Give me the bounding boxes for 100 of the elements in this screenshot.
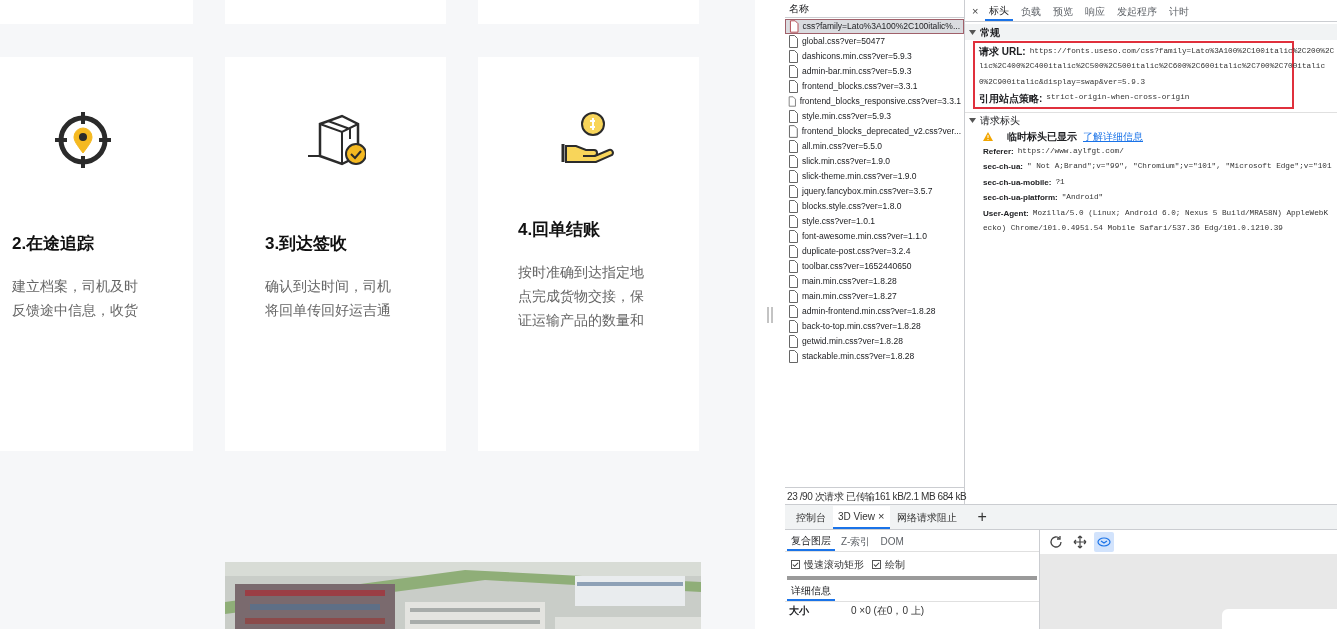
checkbox[interactable] <box>791 559 800 569</box>
request-name: style.min.css?ver=5.9.3 <box>802 110 892 123</box>
document-icon <box>788 245 799 258</box>
panel-tab[interactable]: 预览 <box>1049 1 1078 21</box>
request-row[interactable]: global.css?ver=50477 <box>785 34 964 49</box>
request-name: stackable.min.css?ver=1.8.28 <box>802 350 915 363</box>
request-row[interactable]: back-to-top.min.css?ver=1.8.28 <box>785 319 964 334</box>
request-name: back-to-top.min.css?ver=1.8.28 <box>802 320 921 333</box>
detail-name: 大小 <box>789 603 810 618</box>
expand-caret-icon[interactable] <box>969 28 976 36</box>
panel-tab[interactable]: 标头 <box>985 1 1014 21</box>
close-tab-button[interactable]: × <box>878 510 885 522</box>
request-name: css?family=Lato%3A100%2C100italic%... <box>802 20 960 33</box>
warning-icon <box>983 131 993 141</box>
drawer-tab[interactable]: 3D View × <box>833 505 890 529</box>
request-row[interactable]: all.min.css?ver=5.5.0 <box>785 139 964 154</box>
orbit-icon <box>1097 535 1111 549</box>
request-row[interactable]: toolbar.css?ver=1652440650 <box>785 259 964 274</box>
layer-tab[interactable]: Z-索引 <box>837 531 875 551</box>
step-description: 建立档案，司机及时反馈途中信息，收货 <box>12 277 138 320</box>
header-name: sec-ch-ua-mobile: <box>983 176 1052 189</box>
request-name: slick-theme.min.css?ver=1.9.0 <box>802 170 917 183</box>
request-name: main.min.css?ver=1.8.28 <box>802 275 897 288</box>
checkbox[interactable] <box>872 559 881 569</box>
request-name: slick.min.css?ver=1.9.0 <box>802 155 891 168</box>
request-row[interactable]: jquery.fancybox.min.css?ver=3.5.7 <box>785 184 964 199</box>
request-row[interactable]: css?family=Lato%3A100%2C100italic%... <box>785 19 964 34</box>
document-icon <box>788 125 799 138</box>
request-name: admin-bar.min.css?ver=5.9.3 <box>802 65 912 78</box>
panel-tab[interactable]: 负载 <box>1017 1 1046 21</box>
document-icon <box>788 320 799 333</box>
document-icon <box>788 230 799 243</box>
request-row[interactable]: blocks.style.css?ver=1.8.0 <box>785 199 964 214</box>
document-icon <box>788 305 799 318</box>
request-row[interactable]: getwid.min.css?ver=1.8.28 <box>785 334 964 349</box>
details-tab[interactable]: 详细信息 <box>787 581 835 601</box>
request-name: duplicate-post.css?ver=3.2.4 <box>802 245 911 258</box>
splitter-handle-icon[interactable] <box>767 306 773 323</box>
step-title: 3.到达签收 <box>265 233 349 255</box>
request-name: frontend_blocks.css?ver=3.3.1 <box>802 80 918 93</box>
request-name: style.css?ver=1.0.1 <box>802 215 875 228</box>
document-icon <box>788 140 799 153</box>
document-icon <box>788 200 799 213</box>
request-name: jquery.fancybox.min.css?ver=3.5.7 <box>802 185 933 198</box>
request-name: all.min.css?ver=5.5.0 <box>802 140 883 153</box>
request-row[interactable]: style.css?ver=1.0.1 <box>785 214 964 229</box>
panel-tab[interactable]: 发起程序 <box>1113 1 1162 21</box>
request-row[interactable]: main.min.css?ver=1.8.27 <box>785 289 964 304</box>
request-row[interactable]: frontend_blocks_responsive.css?ver=3.3.1 <box>785 94 964 109</box>
header-name: User-Agent: <box>983 207 1029 220</box>
step-title: 4.回单结账 <box>518 219 602 241</box>
document-icon <box>788 170 799 183</box>
request-name: toolbar.css?ver=1652440650 <box>802 260 912 273</box>
request-row[interactable]: slick.min.css?ver=1.9.0 <box>785 154 964 169</box>
request-row[interactable]: dashicons.min.css?ver=5.9.3 <box>785 49 964 64</box>
request-row[interactable]: font-awesome.min.css?ver=1.1.0 <box>785 229 964 244</box>
request-row[interactable]: frontend_blocks_deprecated_v2.css?ver... <box>785 124 964 139</box>
document-icon <box>788 110 799 123</box>
document-icon <box>788 215 799 228</box>
learn-more-link[interactable]: 了解详细信息 <box>1083 128 1143 144</box>
tab-label: 控制台 <box>796 510 826 525</box>
move-arrows-icon <box>1073 535 1087 549</box>
drawer-tab[interactable]: 控制台 <box>791 505 831 529</box>
layer-tab[interactable]: 复合图层 <box>787 531 835 551</box>
request-name: frontend_blocks_responsive.css?ver=3.3.1 <box>799 95 961 108</box>
detail-value: 0 ×0 (在0，0 上) <box>851 603 925 618</box>
layer-tab[interactable]: DOM <box>876 531 908 551</box>
request-row[interactable]: stackable.min.css?ver=1.8.28 <box>785 349 964 364</box>
document-icon <box>788 50 799 63</box>
close-button[interactable]: × <box>969 1 982 21</box>
request-row[interactable]: frontend_blocks.css?ver=3.3.1 <box>785 79 964 94</box>
section-title: 请求标头 <box>980 114 1020 128</box>
request-name: dashicons.min.css?ver=5.9.3 <box>802 50 912 63</box>
tab-label: 网络请求阻止 <box>896 510 957 525</box>
request-row[interactable]: slick-theme.min.css?ver=1.9.0 <box>785 169 964 184</box>
document-icon <box>789 20 800 33</box>
panel-tab[interactable]: 计时 <box>1165 1 1194 21</box>
request-name: global.css?ver=50477 <box>802 35 885 48</box>
document-icon <box>788 350 799 363</box>
document-icon <box>788 290 799 303</box>
crosshair-pin-icon <box>52 110 113 170</box>
document-icon <box>788 35 799 48</box>
step-description: 确认到达时间，司机将回单传回好运吉通 <box>265 277 391 320</box>
request-row[interactable]: main.min.css?ver=1.8.28 <box>785 274 964 289</box>
step-description: 按时准确到达指定地点完成货物交接，保证运输产品的数量和 <box>518 263 644 330</box>
panel-tab[interactable]: 响应 <box>1081 1 1110 21</box>
request-row[interactable]: duplicate-post.css?ver=3.2.4 <box>785 244 964 259</box>
request-name: frontend_blocks_deprecated_v2.css?ver... <box>801 125 961 138</box>
request-summary: 23 /90 次请求 已传输161 kB/2.1 MB 684 kB <box>785 487 964 504</box>
drawer-tab[interactable]: 网络请求阻止 <box>891 505 962 529</box>
expand-caret-icon[interactable] <box>969 117 976 124</box>
step-title: 2.在途追踪 <box>12 233 96 255</box>
add-tab-button[interactable]: + <box>977 509 987 525</box>
document-icon <box>788 335 799 348</box>
request-row[interactable]: admin-bar.min.css?ver=5.9.3 <box>785 64 964 79</box>
request-name: blocks.style.css?ver=1.8.0 <box>802 200 902 213</box>
request-row[interactable]: style.min.css?ver=5.9.3 <box>785 109 964 124</box>
request-row[interactable]: admin-frontend.min.css?ver=1.8.28 <box>785 304 964 319</box>
request-name: getwid.min.css?ver=1.8.28 <box>802 335 903 348</box>
checkbox-label: 慢速滚动矩形 <box>804 557 864 572</box>
